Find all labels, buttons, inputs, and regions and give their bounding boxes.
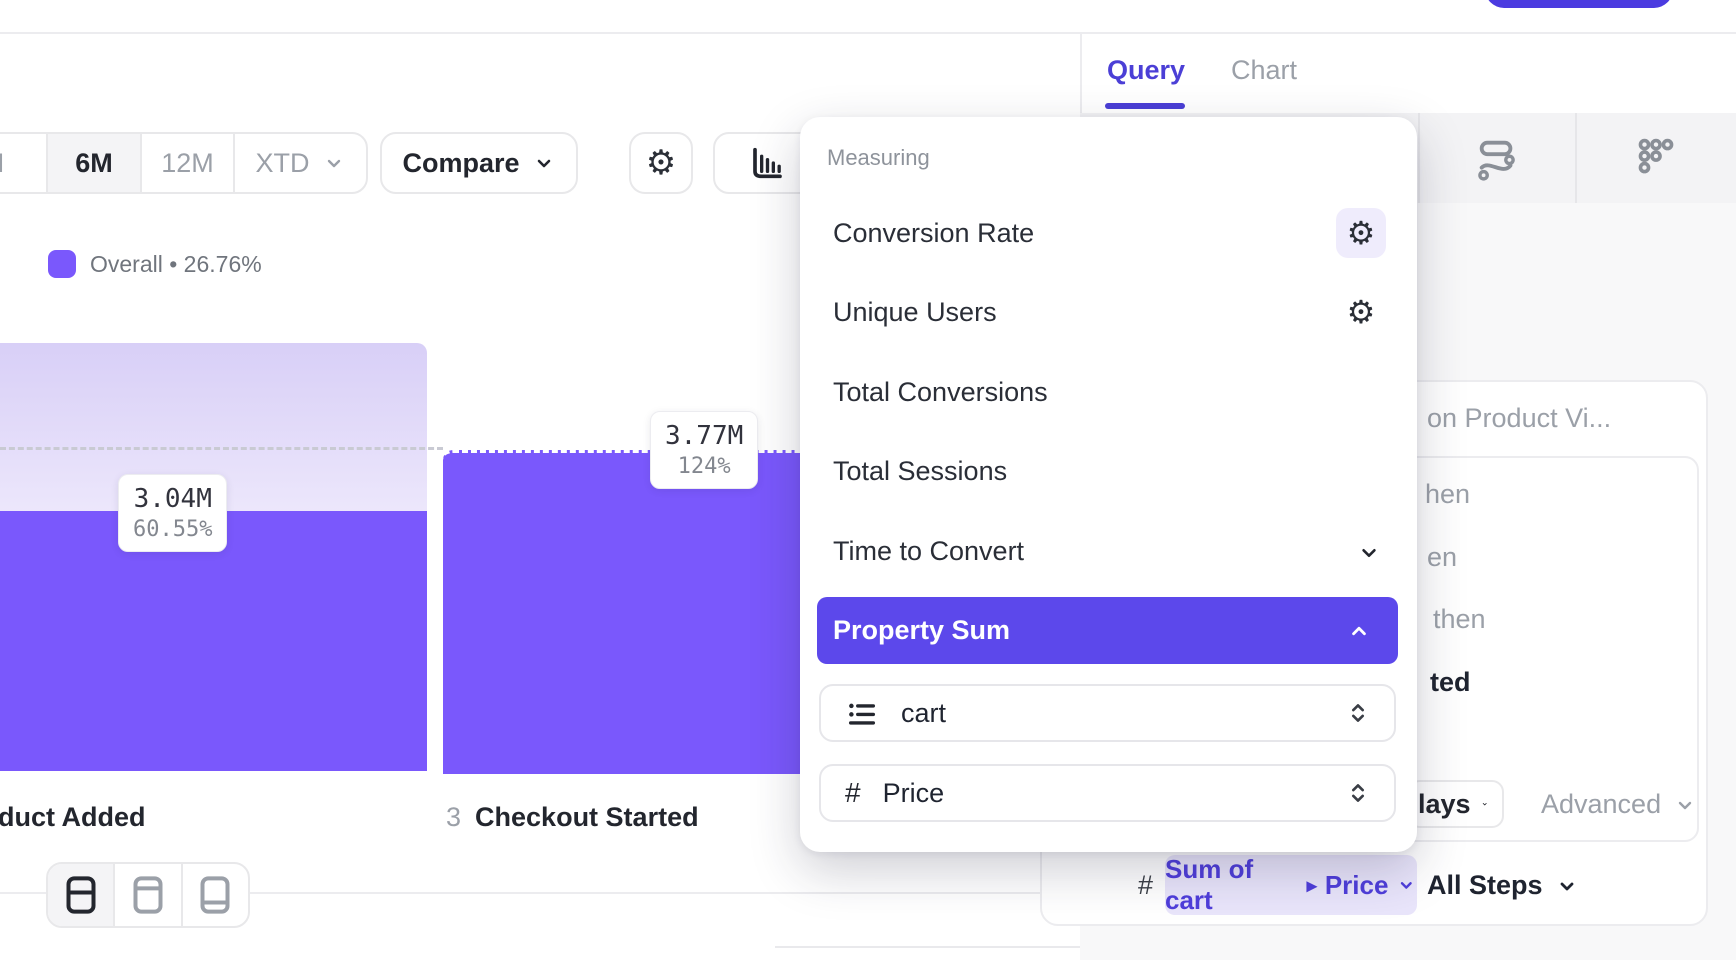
measuring-dropdown: Measuring Conversion Rate ⚙ Unique Users…: [800, 117, 1417, 852]
chevron-up-icon: [1346, 618, 1372, 644]
step-row-fragment: en: [1427, 542, 1457, 573]
date-range-segmented-control: M 6M 12M XTD: [0, 132, 368, 194]
legend-swatch: [48, 250, 76, 278]
event-select-value: cart: [901, 698, 1322, 729]
comparison-dashed-line: [0, 447, 443, 450]
chevron-down-icon[interactable]: [1356, 540, 1382, 566]
chart-settings-button[interactable]: ⚙: [629, 132, 693, 194]
advanced-label: Advanced: [1541, 789, 1661, 820]
active-tab-underline: [1105, 103, 1185, 109]
conversion-window-button[interactable]: lays: [1408, 780, 1504, 828]
chevron-down-icon: [1396, 874, 1417, 896]
select-updown-icon: [1344, 779, 1372, 807]
compare-button[interactable]: Compare: [380, 132, 578, 194]
tab-query[interactable]: Query: [1107, 55, 1185, 86]
bar-chart-icon: [745, 143, 785, 183]
menu-item-unique-users[interactable]: Unique Users: [833, 297, 997, 328]
all-steps-label: All Steps: [1427, 870, 1543, 901]
all-steps-selector[interactable]: All Steps: [1427, 870, 1579, 901]
step-label: Checkout Started: [475, 802, 699, 832]
step-label: duct Added: [0, 802, 146, 832]
number-icon: #: [845, 777, 861, 809]
layout-top-panel-button[interactable]: [115, 864, 180, 926]
layout-bottom-panel-button[interactable]: [183, 864, 248, 926]
dot-grid-icon: [1633, 135, 1679, 181]
list-icon: [845, 696, 879, 730]
numeric-measure-icon: #: [1138, 870, 1153, 901]
breakdown-grid-button[interactable]: [1575, 113, 1736, 203]
chevron-down-icon: [1481, 792, 1488, 816]
range-option-6m[interactable]: 6M: [48, 134, 140, 192]
menu-item-total-conversions[interactable]: Total Conversions: [833, 377, 1048, 408]
chevron-down-icon: [1673, 793, 1697, 817]
value-badge-step2: 3.04M 60.55%: [118, 474, 227, 552]
x-axis-label-step3: 3 Checkout Started: [446, 802, 699, 833]
conversion-rate-settings-button[interactable]: ⚙: [1336, 208, 1386, 258]
query-panel-tab-strip: Query Chart: [1080, 34, 1736, 113]
gear-icon: ⚙: [1347, 217, 1376, 249]
step-row-fragment: then: [1433, 604, 1486, 635]
layout-toggle-group: [46, 862, 250, 928]
unique-users-settings-button[interactable]: ⚙: [1336, 287, 1386, 337]
layout-split-bottom-icon: [195, 873, 235, 917]
gear-icon: ⚙: [646, 146, 676, 180]
chip-property-label: Price: [1325, 870, 1389, 901]
layout-split-middle-icon: [61, 873, 101, 917]
value-badge-step3: 3.77M 124%: [650, 411, 758, 489]
chevron-down-icon: [532, 151, 556, 175]
chip-event-label: Sum of cart: [1165, 854, 1299, 916]
chevron-down-icon: [322, 151, 346, 175]
gear-icon: ⚙: [1347, 296, 1376, 328]
flow-view-button[interactable]: [1418, 113, 1575, 203]
advanced-button[interactable]: Advanced: [1541, 789, 1697, 820]
menu-item-total-sessions[interactable]: Total Sessions: [833, 456, 1007, 487]
measured-property-chip[interactable]: Sum of cart ▸ Price: [1165, 855, 1417, 915]
funnel-bar-converted-step3[interactable]: [443, 450, 830, 774]
window-label: lays: [1418, 789, 1471, 820]
dropdown-title: Measuring: [827, 145, 930, 171]
tab-chart[interactable]: Chart: [1231, 55, 1297, 86]
step-number: 3: [446, 802, 461, 832]
menu-item-conversion-rate[interactable]: Conversion Rate: [833, 218, 1034, 249]
legend: Overall • 26.76%: [48, 250, 262, 278]
range-option-xtd-label: XTD: [256, 148, 310, 179]
funnel-analysis-app: M 6M 12M XTD Compare ⚙ Overa: [0, 0, 1736, 960]
layout-split-top-icon: [128, 873, 168, 917]
flow-squiggle-icon: [1474, 135, 1520, 181]
range-option-xtd[interactable]: XTD: [235, 134, 366, 192]
menu-item-property-sum-selected[interactable]: Property Sum: [817, 597, 1398, 664]
layout-split-horizontal-button[interactable]: [48, 864, 113, 926]
range-option-m[interactable]: M: [0, 134, 46, 192]
badge-count: 3.04M: [133, 483, 212, 516]
property-select-value: Price: [883, 778, 1322, 809]
bottom-panel-divider: [775, 946, 1082, 948]
badge-percent: 124%: [665, 453, 743, 481]
steps-card-header: on Product Vi...: [1427, 403, 1611, 434]
legend-label: Overall • 26.76%: [90, 251, 262, 278]
x-axis-label-step2: duct Added: [0, 802, 146, 833]
property-sum-label: Property Sum: [833, 615, 1346, 646]
range-option-12m[interactable]: 12M: [142, 134, 233, 192]
caret-right-icon: ▸: [1307, 873, 1317, 898]
badge-count: 3.77M: [665, 420, 743, 453]
property-name-select[interactable]: # Price: [819, 764, 1396, 822]
compare-label: Compare: [402, 148, 519, 179]
step-row-fragment: ted: [1430, 667, 1471, 698]
badge-percent: 60.55%: [133, 516, 212, 544]
select-updown-icon: [1344, 699, 1372, 727]
step-row-fragment: hen: [1425, 479, 1470, 510]
property-event-select[interactable]: cart: [819, 684, 1396, 742]
menu-item-time-to-convert[interactable]: Time to Convert: [833, 536, 1024, 567]
chevron-down-icon: [1555, 874, 1579, 898]
primary-action-button[interactable]: [1485, 0, 1673, 8]
